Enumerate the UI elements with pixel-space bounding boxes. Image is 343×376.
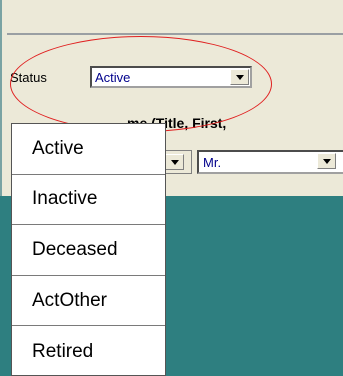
dropdown-option-actother[interactable]: ActOther (12, 276, 165, 327)
status-dropdown-list[interactable]: Active Inactive Deceased ActOther Retire… (11, 123, 166, 376)
secondary-dropdown-button[interactable] (165, 154, 184, 170)
dropdown-option-inactive[interactable]: Inactive (12, 175, 165, 226)
dropdown-option-active[interactable]: Active (12, 124, 165, 175)
title-select[interactable]: Mr. (197, 150, 343, 174)
title-dropdown-button[interactable] (317, 153, 336, 169)
window-divider (7, 33, 343, 35)
chevron-down-icon (170, 159, 179, 165)
dropdown-option-retired[interactable]: Retired (12, 326, 165, 376)
title-select-value: Mr. (203, 155, 222, 170)
chevron-down-icon (322, 158, 331, 164)
window-top-area (2, 0, 343, 32)
highlight-ellipse (10, 36, 272, 132)
secondary-select[interactable] (162, 150, 192, 174)
dropdown-option-deceased[interactable]: Deceased (12, 225, 165, 276)
